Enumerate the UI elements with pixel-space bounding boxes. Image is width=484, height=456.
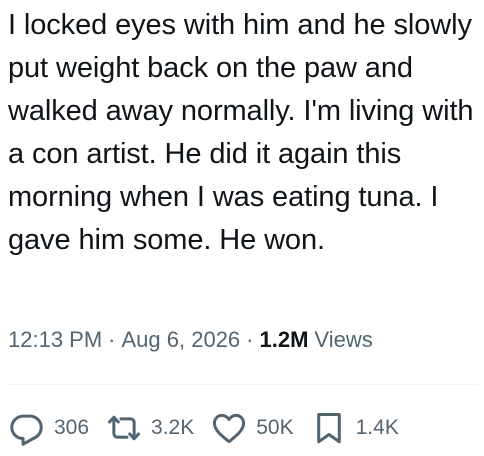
repost-icon <box>105 409 143 447</box>
bookmark-button[interactable]: 1.4K <box>310 409 399 447</box>
reply-count: 306 <box>54 416 90 439</box>
views-label: Views <box>314 327 373 352</box>
divider <box>8 384 478 385</box>
tweet-meta: 12:13 PM · Aug 6, 2026 · 1.2M Views <box>8 325 373 355</box>
like-count: 50K <box>256 416 294 439</box>
bookmark-count: 1.4K <box>355 416 399 439</box>
action-bar: 306 3.2K 50K 1.4K <box>8 408 415 448</box>
heart-icon <box>210 409 248 447</box>
repost-button[interactable]: 3.2K <box>105 409 194 447</box>
tweet-date[interactable]: Aug 6, 2026 <box>122 327 241 353</box>
reply-button[interactable]: 306 <box>8 409 89 447</box>
reply-icon <box>8 409 46 447</box>
bookmark-icon <box>310 409 348 447</box>
meta-separator: · <box>108 327 116 352</box>
views-count[interactable]: 1.2M <box>260 327 309 353</box>
tweet-time[interactable]: 12:13 PM <box>8 327 102 353</box>
repost-count: 3.2K <box>151 416 195 439</box>
tweet-text: I locked eyes with him and he slowly put… <box>8 9 474 256</box>
meta-separator-2: · <box>246 327 254 352</box>
like-button[interactable]: 50K <box>210 409 294 447</box>
